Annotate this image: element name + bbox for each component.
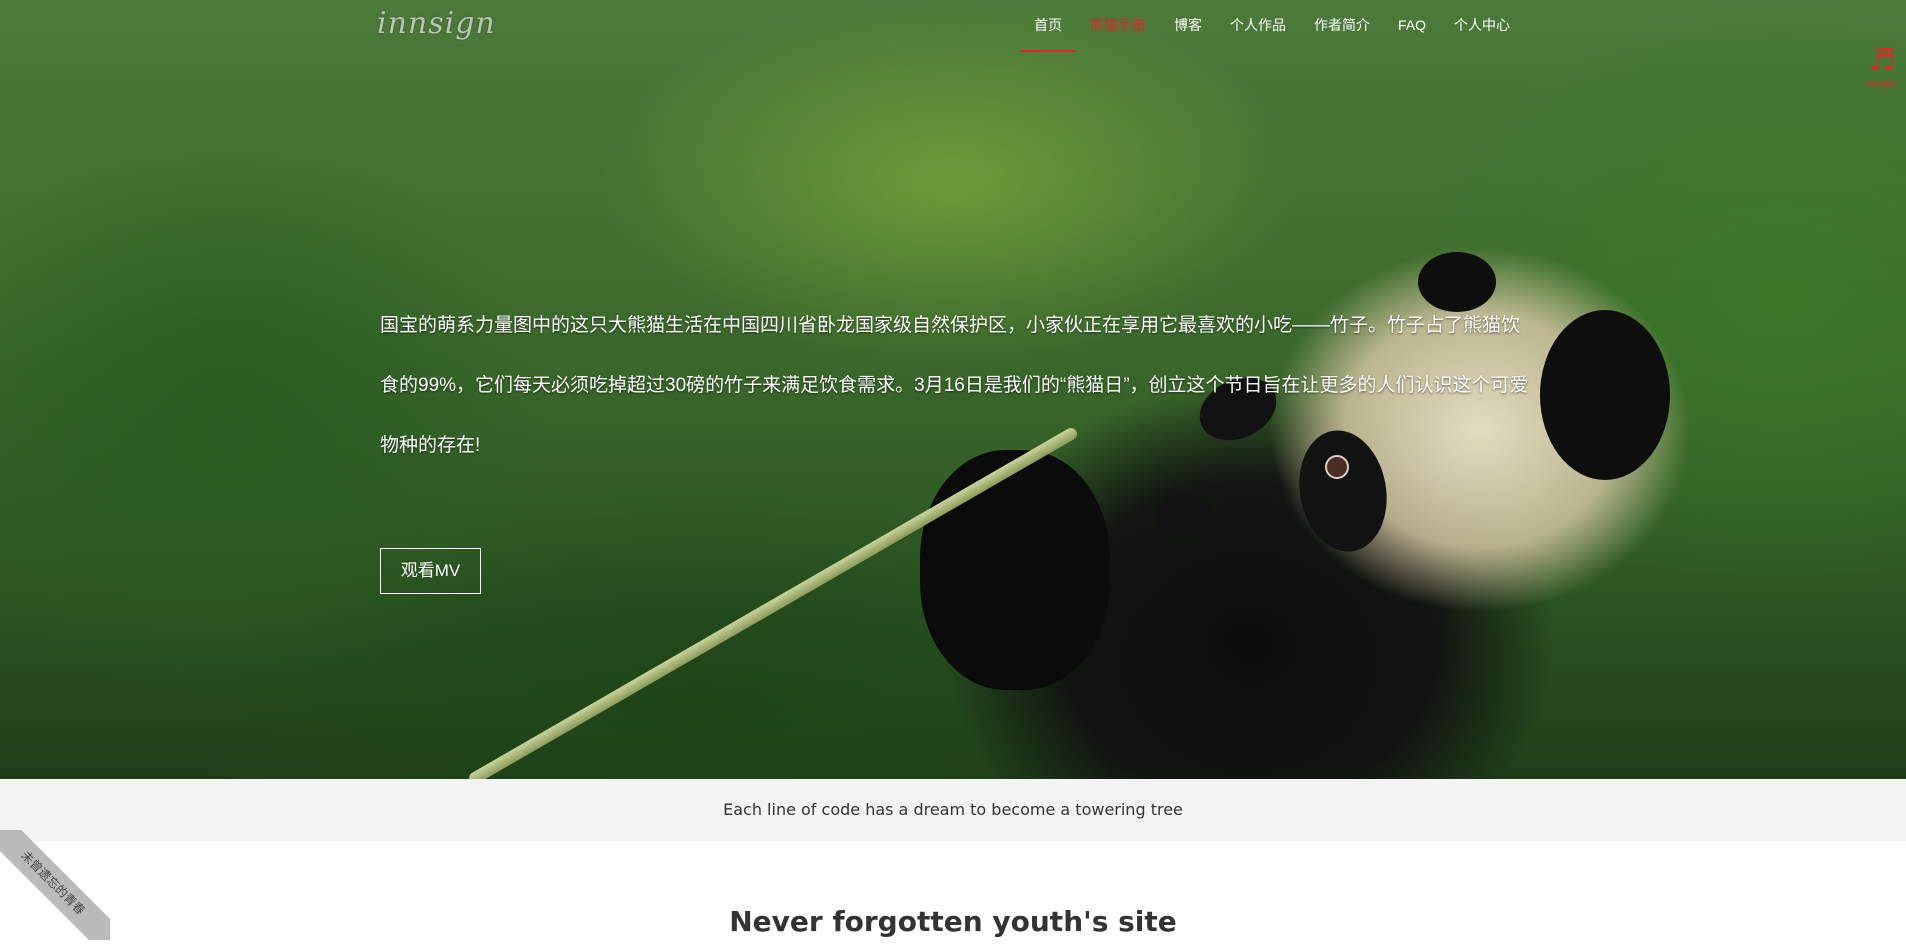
- motto-bar: Each line of code has a dream to become …: [0, 779, 1906, 841]
- panda-ear-right: [1540, 310, 1670, 480]
- hero-banner: innsign 首页 熊猫手册 博客 个人作品 作者简介 FAQ 个人中心 ♬ …: [0, 0, 1906, 779]
- motto-text: Each line of code has a dream to become …: [723, 800, 1183, 819]
- site-logo[interactable]: innsign: [377, 6, 496, 46]
- music-label: music: [1867, 78, 1897, 90]
- corner-ribbon: 未曾遗忘的青春: [0, 830, 110, 940]
- nav-item-blog[interactable]: 博客: [1160, 0, 1216, 52]
- nav-item-faq[interactable]: FAQ: [1384, 0, 1440, 52]
- corner-ribbon-text: 未曾遗忘的青春: [0, 830, 110, 940]
- hero-intro-text: 国宝的萌系力量图中的这只大熊猫生活在中国四川省卧龙国家级自然保护区，小家伙正在享…: [380, 315, 1529, 456]
- nav-item-panda-handbook[interactable]: 熊猫手册: [1076, 0, 1160, 52]
- nav-item-works[interactable]: 个人作品: [1216, 0, 1300, 52]
- section-title: Never forgotten youth's site: [729, 905, 1177, 938]
- music-note-icon: ♬: [1868, 43, 1896, 78]
- music-toggle[interactable]: ♬ music: [1862, 44, 1902, 100]
- nav-item-user-center[interactable]: 个人中心: [1440, 0, 1524, 52]
- nav-item-home[interactable]: 首页: [1020, 0, 1076, 52]
- main-nav: 首页 熊猫手册 博客 个人作品 作者简介 FAQ 个人中心: [1020, 0, 1524, 52]
- nav-item-author[interactable]: 作者简介: [1300, 0, 1384, 52]
- panda-nose: [1155, 495, 1213, 537]
- watch-mv-button[interactable]: 观看MV: [380, 548, 481, 594]
- panda-paw: [920, 450, 1110, 690]
